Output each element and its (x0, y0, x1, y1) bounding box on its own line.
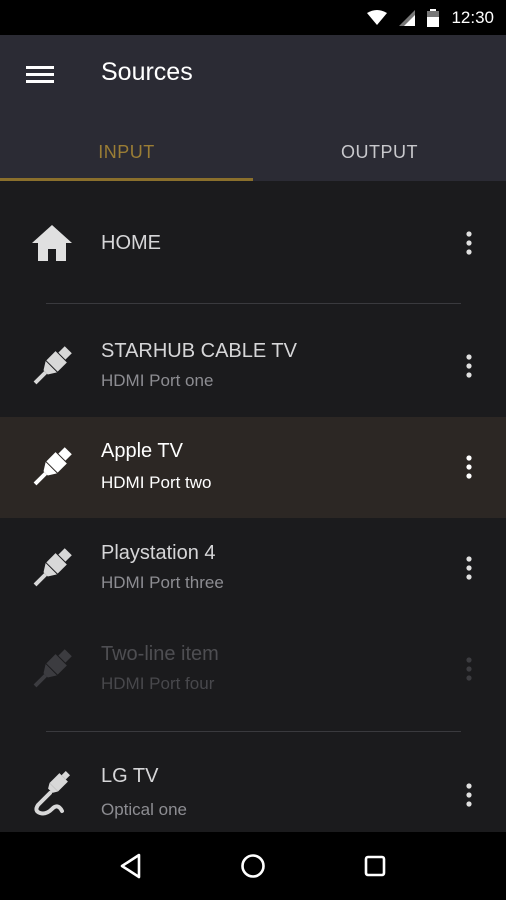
more-options-button[interactable] (452, 447, 486, 487)
divider (46, 303, 461, 304)
hdmi-cable-icon (28, 645, 76, 693)
more-vert-icon (466, 657, 472, 681)
list-item-apple-tv[interactable]: Apple TV HDMI Port two (0, 417, 506, 518)
list-item-playstation-4[interactable]: Playstation 4 HDMI Port three (0, 518, 506, 619)
hdmi-cable-icon (28, 443, 76, 491)
wifi-icon (367, 9, 388, 26)
list-item-title: LG TV (101, 765, 159, 787)
home-icon (28, 219, 76, 267)
more-options-button[interactable] (452, 548, 486, 588)
tab-input-label: INPUT (98, 141, 155, 162)
tab-input[interactable]: INPUT (0, 129, 253, 181)
more-options-button[interactable] (452, 346, 486, 386)
recents-square-icon (364, 855, 386, 877)
list-item-subtitle: HDMI Port one (101, 371, 214, 390)
status-bar: 12:30 (0, 0, 506, 35)
back-button[interactable] (111, 846, 151, 886)
app-bar: Sources INPUT OUTPUT (0, 35, 506, 181)
optical-cable-icon (28, 769, 76, 817)
list-item-subtitle: HDMI Port four (101, 674, 215, 693)
more-vert-icon (466, 231, 472, 255)
list-item-title: Playstation 4 (101, 542, 216, 564)
more-options-button[interactable] (452, 649, 486, 689)
hdmi-cable-icon (28, 342, 76, 390)
source-list: HOME STARHUB CABLE TV HDMI Port one Appl… (0, 181, 506, 832)
list-item-home[interactable]: HOME (0, 181, 506, 303)
tab-output[interactable]: OUTPUT (253, 129, 506, 181)
more-vert-icon (466, 354, 472, 378)
more-vert-icon (466, 783, 472, 807)
list-item-starhub-cable-tv[interactable]: STARHUB CABLE TV HDMI Port one (0, 316, 506, 417)
home-circle-icon (241, 854, 265, 878)
hdmi-cable-icon (28, 544, 76, 592)
menu-button[interactable] (22, 59, 58, 89)
list-item-subtitle: Optical one (101, 800, 187, 819)
home-button[interactable] (233, 846, 273, 886)
recents-button[interactable] (355, 846, 395, 886)
hamburger-menu-icon (26, 66, 54, 83)
tab-bar: INPUT OUTPUT (0, 129, 506, 181)
list-item-title: STARHUB CABLE TV (101, 340, 297, 362)
back-triangle-icon (120, 853, 141, 879)
tab-output-label: OUTPUT (341, 141, 418, 162)
more-options-button[interactable] (452, 223, 486, 263)
navigation-bar (0, 832, 506, 900)
more-vert-icon (466, 455, 472, 479)
more-vert-icon (466, 556, 472, 580)
clock-time: 12:30 (451, 7, 494, 27)
more-options-button[interactable] (452, 775, 486, 815)
list-item-subtitle: HDMI Port three (101, 573, 224, 592)
divider (46, 731, 461, 732)
page-title: Sources (101, 58, 193, 86)
list-item-lg-tv[interactable]: LG TV Optical one (0, 743, 506, 832)
list-item-title: Apple TV (101, 440, 183, 462)
battery-icon (427, 8, 440, 27)
list-item-two-line-item[interactable]: Two-line item HDMI Port four (0, 619, 506, 720)
list-item-title: HOME (101, 232, 161, 254)
cell-signal-icon (399, 9, 416, 26)
list-item-subtitle: HDMI Port two (101, 473, 212, 492)
list-item-title: Two-line item (101, 643, 219, 665)
